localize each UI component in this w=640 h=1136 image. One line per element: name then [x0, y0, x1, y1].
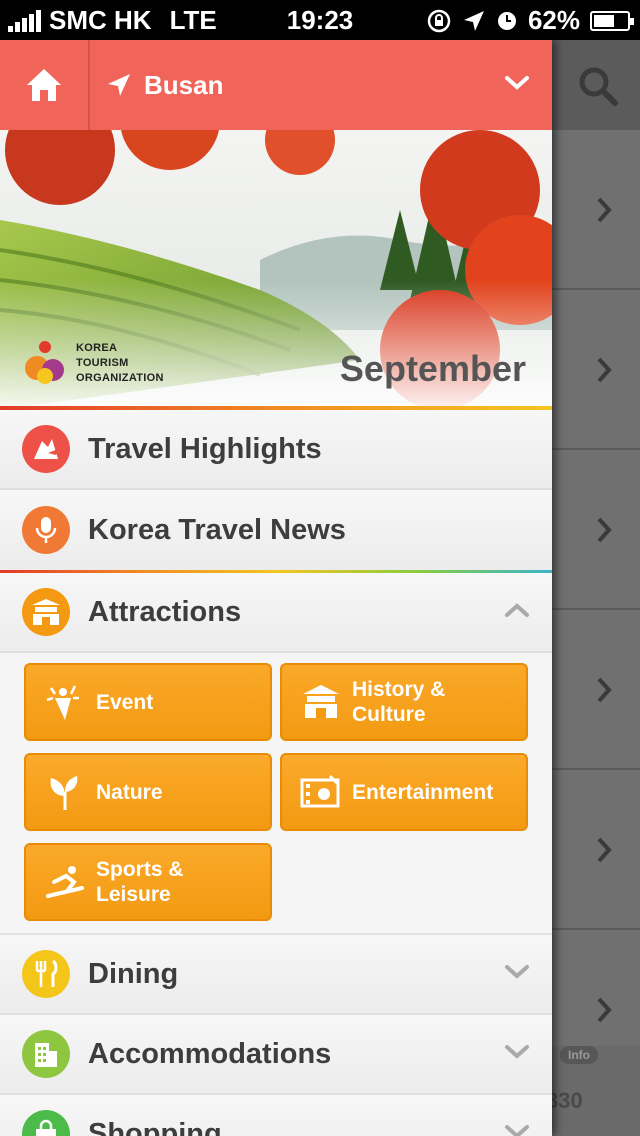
- tile-event[interactable]: Event: [24, 663, 272, 741]
- background-header: [552, 40, 640, 130]
- tile-history-culture[interactable]: History & Culture: [280, 663, 528, 741]
- history-culture-icon: [303, 685, 339, 718]
- background-list-row[interactable]: [552, 450, 640, 610]
- menu-label: Accommodations: [88, 1037, 332, 1070]
- menu-travel-highlights[interactable]: Travel Highlights: [0, 410, 552, 490]
- chevron-right-icon: [597, 677, 612, 703]
- tile-sports-leisure[interactable]: Sports & Leisure: [24, 843, 272, 921]
- location-arrow-icon: [463, 10, 484, 31]
- dining-utensils-icon: [22, 950, 70, 998]
- chevron-down-icon[interactable]: [504, 1043, 530, 1061]
- status-bar: SMC HK LTE 19:23 62%: [0, 0, 640, 40]
- home-icon: [27, 69, 61, 101]
- tile-entertainment[interactable]: Entertainment: [280, 753, 528, 831]
- accommodations-building-icon: [22, 1030, 70, 1078]
- menu-label: Shopping: [88, 1117, 222, 1136]
- microphone-icon: [22, 506, 70, 554]
- seasonal-banner[interactable]: KOREA TOURISM ORGANIZATION September: [0, 130, 552, 410]
- menu-korea-travel-news[interactable]: Korea Travel News: [0, 490, 552, 570]
- drawer-header: Busan: [0, 40, 552, 130]
- menu-label: Dining: [88, 957, 179, 990]
- chevron-up-icon[interactable]: [504, 601, 530, 619]
- background-list-row[interactable]: [552, 290, 640, 450]
- org-name-line3: ORGANIZATION: [76, 371, 164, 384]
- chevron-right-icon: [597, 997, 612, 1023]
- background-list-row[interactable]: [552, 610, 640, 770]
- rotation-lock-icon: [427, 9, 451, 32]
- location-selector[interactable]: Busan: [90, 70, 552, 101]
- chevron-down-icon[interactable]: [504, 74, 530, 92]
- background-list-row[interactable]: [552, 770, 640, 930]
- location-label: Busan: [144, 69, 224, 100]
- chevron-right-icon: [597, 197, 612, 223]
- location-arrow-icon: [108, 74, 130, 96]
- kto-logo-icon: [25, 341, 64, 384]
- org-name-line1: KOREA: [76, 341, 118, 354]
- background-app-list: Info 330: [546, 40, 640, 1136]
- shopping-bag-icon: [22, 1110, 70, 1136]
- travel-highlights-icon: [22, 425, 70, 473]
- tile-label-line1: History &: [352, 678, 446, 701]
- tile-label: Event: [96, 690, 154, 714]
- menu-label: Attractions: [88, 595, 242, 628]
- chevron-right-icon: [597, 517, 612, 543]
- battery-percentage: 62%: [527, 5, 580, 35]
- menu-label: Korea Travel News: [88, 513, 346, 546]
- chevron-right-icon: [597, 357, 612, 383]
- org-name-line2: TOURISM: [76, 356, 129, 369]
- tile-label-line1: Sports &: [96, 858, 184, 881]
- alarm-clock-icon: [497, 11, 516, 30]
- nature-leaf-icon: [50, 776, 78, 810]
- menu-shopping[interactable]: Shopping: [0, 1095, 552, 1136]
- chevron-down-icon[interactable]: [504, 1123, 530, 1136]
- background-list-row[interactable]: [552, 130, 640, 290]
- event-icon: [46, 685, 79, 720]
- attractions-gate-icon: [22, 588, 70, 636]
- tile-label: Nature: [96, 780, 163, 804]
- banner-month: September: [339, 348, 526, 389]
- home-button[interactable]: [0, 40, 90, 130]
- menu-accommodations[interactable]: Accommodations: [0, 1015, 552, 1095]
- menu-attractions[interactable]: Attractions: [0, 573, 552, 653]
- chevron-down-icon[interactable]: [504, 963, 530, 981]
- kto-logo: KOREA TOURISM ORGANIZATION: [24, 340, 164, 386]
- background-footer: Info 330: [546, 1046, 640, 1136]
- sports-snowboard-icon: [46, 866, 84, 898]
- entertainment-film-icon: [300, 774, 340, 808]
- battery-icon: [590, 10, 634, 31]
- tile-label-line2: Culture: [352, 703, 426, 726]
- attractions-submenu: Event History & Culture Nature Entertainm…: [0, 653, 552, 935]
- tile-nature[interactable]: Nature: [24, 753, 272, 831]
- tile-label-line2: Leisure: [96, 883, 171, 906]
- menu-label: Travel Highlights: [88, 432, 322, 465]
- menu-dining[interactable]: Dining: [0, 935, 552, 1015]
- chevron-right-icon: [597, 837, 612, 863]
- search-icon[interactable]: [576, 64, 620, 108]
- info-badge[interactable]: Info: [560, 1046, 598, 1064]
- side-drawer: Busan KOREA TOURISM ORGANIZATION Septemb…: [0, 40, 552, 1136]
- tile-label: Entertainment: [352, 780, 494, 804]
